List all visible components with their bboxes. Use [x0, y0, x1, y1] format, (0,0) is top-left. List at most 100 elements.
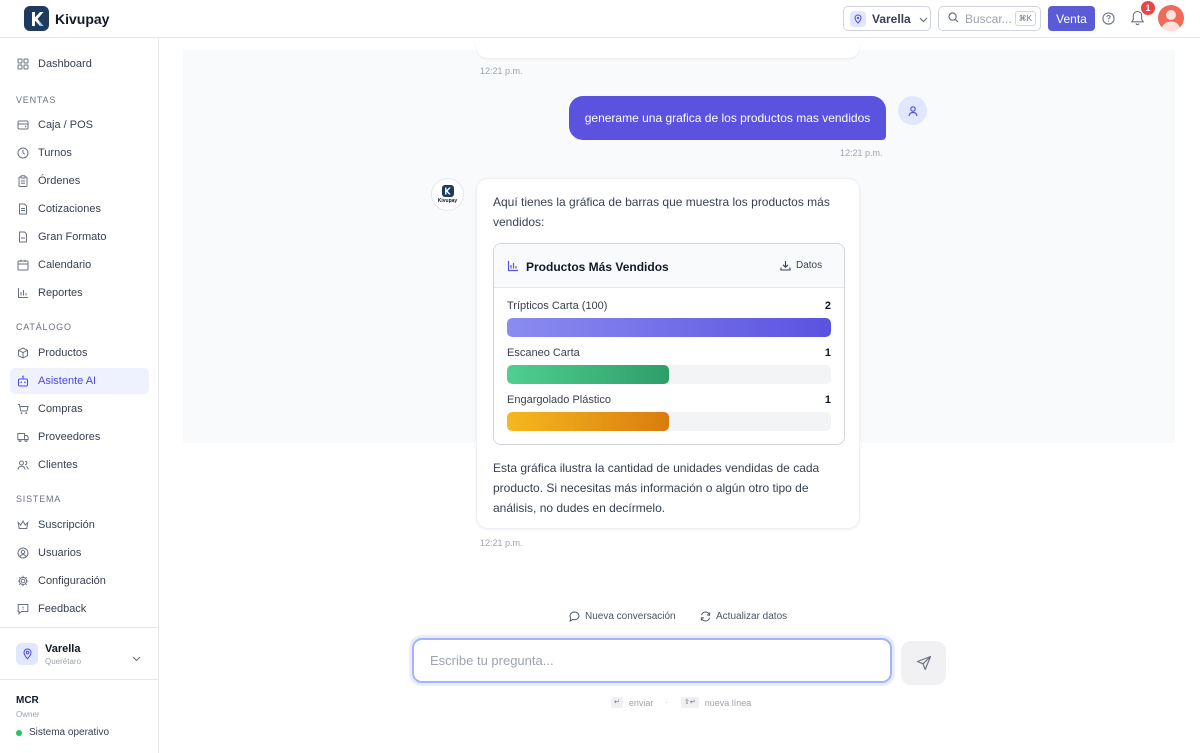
- kivupay-logo-icon: [441, 185, 454, 197]
- chart-title: Productos Más Vendidos: [526, 260, 669, 274]
- new-conversation-button[interactable]: Nueva conversación: [569, 611, 676, 622]
- user-message-bubble: generame una grafica de los productos ma…: [569, 96, 886, 140]
- user-circle-icon: [16, 546, 30, 560]
- cash-register-icon: [16, 118, 30, 132]
- sidebar-item-suscripcion[interactable]: Suscripción: [10, 512, 149, 538]
- sidebar-item-cotizaciones[interactable]: Cotizaciones: [10, 196, 149, 222]
- branch-selector-label: Varella: [872, 11, 911, 26]
- newline-hint: ⇧↵ nueva línea: [681, 697, 751, 708]
- users-icon: [16, 458, 30, 472]
- message-time: 12:21 p.m.: [840, 148, 883, 158]
- feedback-icon: [16, 602, 30, 616]
- bar-chart-icon: [16, 286, 30, 300]
- chart-header: Productos Más Vendidos Datos: [494, 244, 844, 288]
- user-avatar[interactable]: [1158, 5, 1184, 31]
- sidebar-item-label: Reportes: [38, 287, 83, 299]
- system-status: Sistema operativo: [16, 727, 109, 738]
- search-box[interactable]: Buscar... ⌘K: [938, 6, 1041, 31]
- chat-bubble-icon: [569, 611, 580, 622]
- sidebar-item-proveedores[interactable]: Proveedores: [10, 424, 149, 450]
- sidebar-item-caja-pos[interactable]: Caja / POS: [10, 112, 149, 138]
- help-icon[interactable]: [1102, 12, 1115, 28]
- sidebar-item-dashboard[interactable]: Dashboard: [10, 51, 149, 77]
- download-data-label: Datos: [796, 260, 823, 271]
- bar-chart-card: Productos Más Vendidos Datos Trípticos C…: [493, 243, 845, 445]
- download-icon: [780, 261, 791, 271]
- new-sale-button[interactable]: Venta: [1048, 6, 1095, 31]
- bar-fill: [507, 318, 831, 337]
- previous-message-card: [476, 42, 860, 58]
- user-code: MCR: [16, 695, 39, 706]
- bar-track: [507, 365, 831, 384]
- bar-fill: [507, 365, 669, 384]
- sidebar-item-label: Suscripción: [38, 519, 95, 531]
- sidebar-item-clientes[interactable]: Clientes: [10, 452, 149, 478]
- top-bar: Kivupay Varella Buscar... ⌘K Venta 1: [0, 0, 1200, 38]
- message-time: 12:21 p.m.: [480, 538, 523, 548]
- message-time: 12:21 p.m.: [480, 66, 523, 76]
- document-icon: [16, 202, 30, 216]
- sidebar-item-turnos[interactable]: Turnos: [10, 140, 149, 166]
- sidebar-item-productos[interactable]: Productos: [10, 340, 149, 366]
- system-status-text: Sistema operativo: [29, 727, 110, 738]
- kivupay-logo-icon[interactable]: [24, 6, 49, 31]
- location-pin-icon: [850, 10, 866, 27]
- bar-track: [507, 318, 831, 337]
- sidebar-item-compras[interactable]: Compras: [10, 396, 149, 422]
- sidebar-divider: [0, 627, 158, 628]
- sidebar-item-asistente-ai[interactable]: Asistente AI: [10, 368, 149, 394]
- question-input[interactable]: [412, 638, 892, 683]
- sidebar-item-label: Productos: [38, 347, 88, 359]
- sidebar-item-label: Asistente AI: [38, 375, 97, 387]
- section-label-ventas: VENTAS: [16, 95, 57, 105]
- location-pin-icon: [16, 643, 38, 665]
- bar-fill: [507, 412, 669, 431]
- send-button[interactable]: [901, 641, 946, 685]
- sidebar-item-label: Cotizaciones: [38, 203, 101, 215]
- sidebar-item-label: Turnos: [38, 147, 72, 159]
- assistant-avatar-label: Kivupay: [437, 198, 458, 204]
- sidebar-item-reportes[interactable]: Reportes: [10, 280, 149, 306]
- bar-label: Trípticos Carta (100): [507, 300, 608, 312]
- new-conversation-label: Nueva conversación: [585, 611, 676, 622]
- user-role: Owner: [16, 710, 40, 719]
- refresh-data-button[interactable]: Actualizar datos: [700, 611, 787, 622]
- sidebar-item-calendario[interactable]: Calendario: [10, 252, 149, 278]
- sidebar-item-usuarios[interactable]: Usuarios: [10, 540, 149, 566]
- branch-card[interactable]: Varella Querétaro: [16, 642, 144, 666]
- download-data-button[interactable]: Datos: [780, 260, 822, 271]
- cart-icon: [16, 402, 30, 416]
- gear-icon: [16, 574, 30, 588]
- bar-chart-icon: [507, 260, 519, 275]
- assistant-outro-text: Esta gráfica ilustra la cantidad de unid…: [493, 461, 820, 515]
- sidebar: Dashboard VENTAS Caja / POS Turnos Órden…: [0, 38, 159, 753]
- sidebar-item-configuracion[interactable]: Configuración: [10, 568, 149, 594]
- sidebar-item-label: Dashboard: [38, 58, 92, 70]
- chevron-down-icon: [132, 650, 141, 665]
- assistant-avatar: Kivupay: [431, 178, 464, 211]
- status-dot: [16, 729, 22, 736]
- branch-selector[interactable]: Varella: [843, 6, 931, 31]
- sidebar-item-label: Compras: [38, 403, 83, 415]
- enter-hint: ↵ enviar: [611, 697, 653, 708]
- bar-label: Engargolado Plástico: [507, 394, 611, 406]
- grid-icon: [16, 57, 30, 71]
- enter-hint-label: enviar: [628, 697, 654, 708]
- file-icon: [16, 230, 30, 244]
- sidebar-item-label: Caja / POS: [38, 119, 94, 131]
- sidebar-item-label: Gran Formato: [38, 231, 107, 243]
- clock-icon: [16, 146, 30, 160]
- refresh-icon: [700, 611, 711, 622]
- crown-icon: [16, 518, 30, 532]
- robot-icon: [16, 374, 30, 388]
- sidebar-item-ordenes[interactable]: Órdenes: [10, 168, 149, 194]
- branch-card-info: Varella Querétaro: [45, 643, 81, 666]
- user-avatar-icon: [898, 96, 927, 125]
- branch-card-name: Varella: [45, 642, 81, 655]
- assistant-message-card: Aquí tienes la gráfica de barras que mue…: [476, 178, 860, 529]
- sidebar-item-label: Feedback: [38, 603, 87, 615]
- sidebar-item-gran-formato[interactable]: Gran Formato: [10, 224, 149, 250]
- bar-value: 2: [824, 300, 831, 312]
- calendar-icon: [16, 258, 30, 272]
- sidebar-item-feedback[interactable]: Feedback: [10, 596, 149, 622]
